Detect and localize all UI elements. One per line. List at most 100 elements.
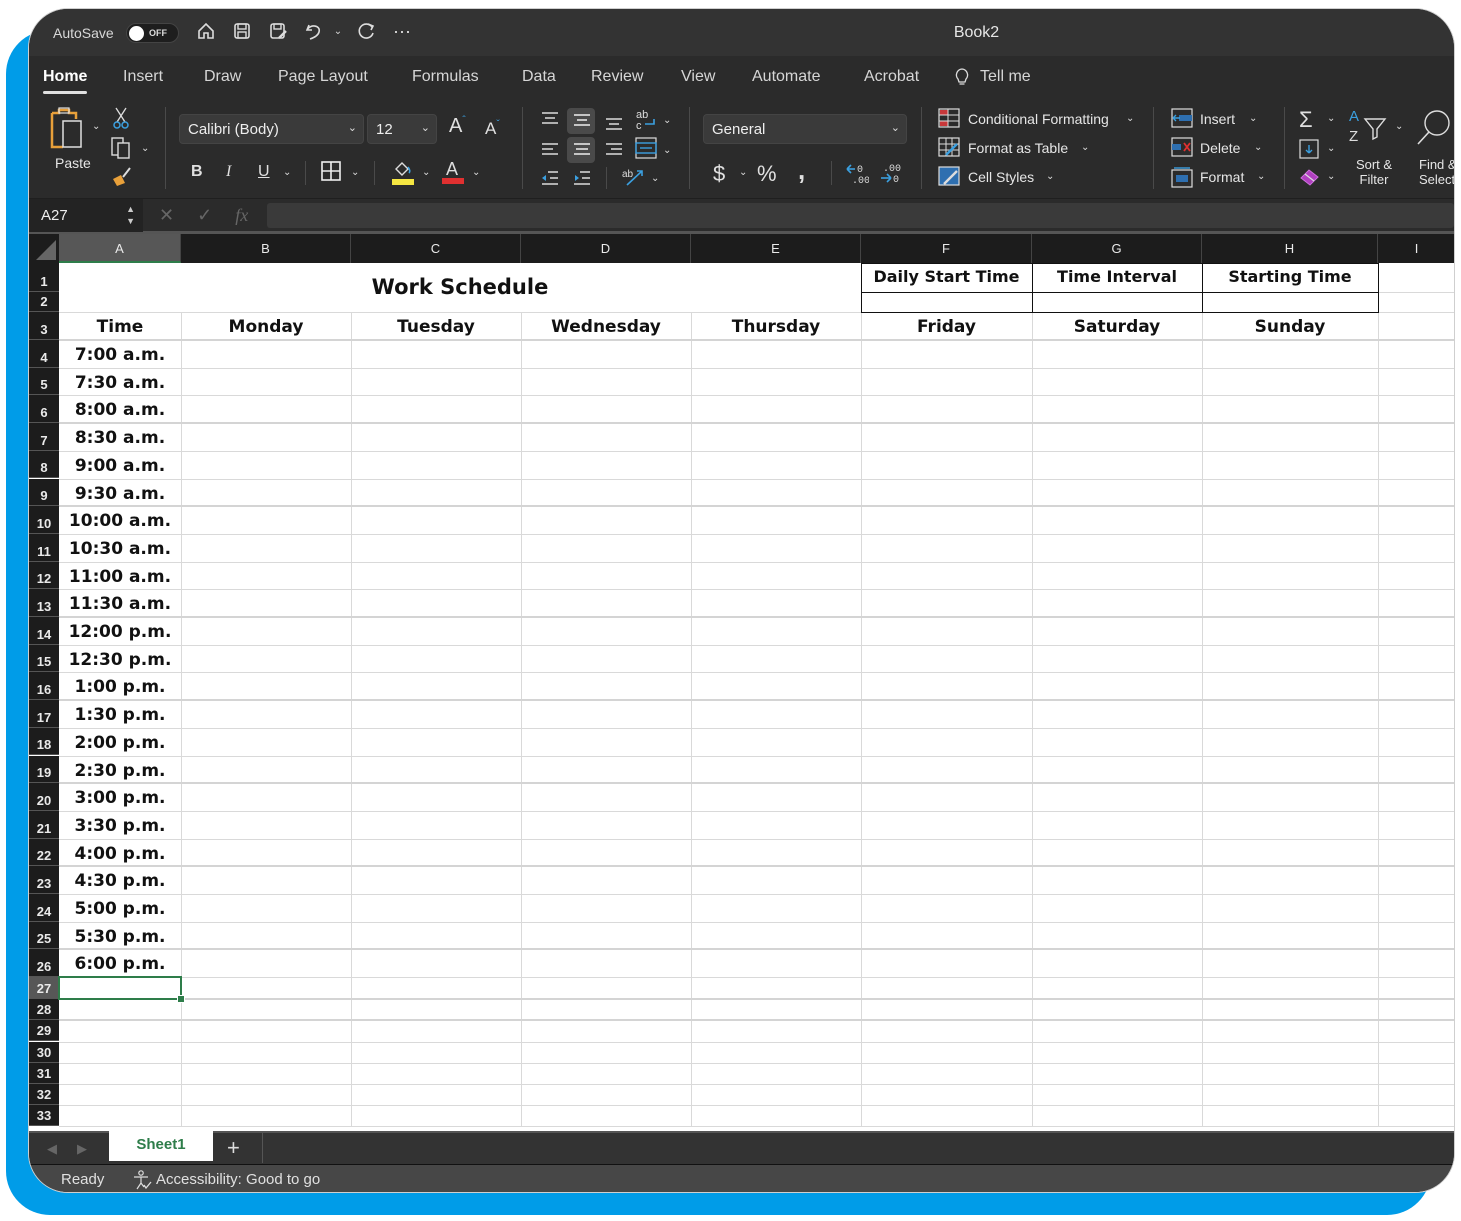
tab-review[interactable]: Review (591, 68, 643, 86)
fill-color-icon[interactable] (391, 159, 415, 190)
merge-dropdown-icon[interactable]: ⌄ (663, 145, 671, 156)
insert-cells-icon[interactable] (1171, 108, 1193, 133)
sort-filter-label[interactable]: Sort & Filter (1353, 157, 1395, 187)
increase-decimal-icon[interactable]: 0.00 (845, 161, 870, 190)
row-header-24[interactable]: 24 (29, 894, 59, 922)
column-header-i[interactable]: I (1378, 234, 1454, 263)
find-select-label[interactable]: Find & Select (1419, 157, 1454, 187)
row-header-26[interactable]: 26 (29, 949, 59, 978)
decrease-font-size-icon[interactable]: Aˇ (485, 119, 500, 139)
name-box-stepper-icon[interactable]: ▲ ▼ (126, 203, 135, 227)
align-right-icon[interactable] (604, 141, 624, 164)
time-cell[interactable]: 5:00 p.m. (59, 899, 181, 919)
tab-acrobat[interactable]: Acrobat (864, 68, 919, 86)
fill-dropdown-icon[interactable]: ⌄ (1327, 143, 1335, 154)
copy-icon[interactable] (111, 137, 131, 164)
comma-style-button[interactable]: , (798, 155, 805, 186)
font-color-icon[interactable]: A (441, 157, 465, 190)
align-center-icon[interactable] (572, 141, 592, 164)
tab-home[interactable]: Home (43, 68, 88, 94)
tab-insert[interactable]: Insert (123, 68, 163, 86)
time-cell[interactable]: 11:00 a.m. (59, 567, 181, 587)
align-top-icon[interactable] (540, 111, 560, 132)
delete-cells-label[interactable]: Delete (1200, 140, 1240, 156)
row-header-28[interactable]: 28 (29, 999, 59, 1021)
accessibility-status[interactable]: Accessibility: Good to go (156, 1171, 320, 1188)
copy-dropdown-icon[interactable]: ⌄ (141, 143, 149, 154)
align-left-icon[interactable] (540, 141, 560, 164)
time-cell[interactable]: 8:30 a.m. (59, 428, 181, 448)
fx-icon[interactable]: fx (235, 205, 248, 225)
row-header-25[interactable]: 25 (29, 921, 59, 950)
orientation-dropdown-icon[interactable]: ⌄ (651, 173, 659, 184)
conditional-formatting-dropdown-icon[interactable]: ⌄ (1126, 113, 1134, 124)
select-all-button[interactable] (29, 234, 59, 263)
row-header-29[interactable]: 29 (29, 1020, 59, 1042)
row-header-13[interactable]: 13 (29, 589, 59, 617)
time-cell[interactable]: 2:00 p.m. (59, 733, 181, 753)
column-header-b[interactable]: B (181, 234, 351, 263)
row-header-15[interactable]: 15 (29, 644, 59, 673)
paste-icon[interactable] (49, 107, 85, 156)
info-value-cell[interactable] (861, 292, 1033, 313)
underline-button[interactable]: U (258, 163, 270, 181)
clear-dropdown-icon[interactable]: ⌄ (1327, 171, 1335, 182)
format-painter-icon[interactable] (111, 165, 133, 192)
column-header-c[interactable]: C (351, 234, 521, 263)
wrap-text-icon[interactable]: ab c (635, 107, 657, 136)
tell-me-search[interactable]: Tell me (980, 68, 1031, 86)
tab-automate[interactable]: Automate (752, 68, 820, 86)
time-cell[interactable]: 1:00 p.m. (59, 677, 181, 697)
row-header-21[interactable]: 21 (29, 810, 59, 839)
sort-filter-icon[interactable]: AZ (1347, 107, 1393, 152)
column-header-e[interactable]: E (691, 234, 861, 263)
align-middle-icon[interactable] (572, 112, 592, 133)
format-as-table-icon[interactable] (938, 137, 960, 162)
row-header-16[interactable]: 16 (29, 672, 59, 701)
column-header-a[interactable]: A (59, 234, 181, 263)
decrease-indent-icon[interactable] (540, 169, 560, 192)
find-select-icon[interactable] (1413, 107, 1453, 152)
currency-dropdown-icon[interactable]: ⌄ (739, 167, 747, 178)
format-cells-icon[interactable] (1171, 166, 1193, 193)
time-cell[interactable]: 11:30 a.m. (59, 594, 181, 614)
row-header-33[interactable]: 33 (29, 1105, 59, 1127)
percent-button[interactable]: % (757, 161, 777, 187)
sort-filter-dropdown-icon[interactable]: ⌄ (1395, 121, 1403, 132)
tab-view[interactable]: View (681, 68, 715, 86)
row-header-23[interactable]: 23 (29, 866, 59, 894)
time-cell[interactable]: 12:00 p.m. (59, 622, 181, 642)
column-header-f[interactable]: F (861, 234, 1032, 263)
cancel-icon[interactable]: ✕ (159, 205, 174, 225)
tab-page-layout[interactable]: Page Layout (278, 68, 368, 86)
time-cell[interactable]: 4:00 p.m. (59, 844, 181, 864)
cut-icon[interactable] (113, 107, 129, 134)
column-header-d[interactable]: D (521, 234, 691, 263)
bold-button[interactable]: B (191, 163, 203, 181)
row-header-32[interactable]: 32 (29, 1083, 59, 1106)
cell-styles-icon[interactable] (938, 166, 960, 191)
row-header-22[interactable]: 22 (29, 838, 59, 867)
time-cell[interactable]: 3:00 p.m. (59, 788, 181, 808)
confirm-icon[interactable]: ✓ (197, 205, 212, 225)
column-header-h[interactable]: H (1202, 234, 1378, 263)
font-name-dropdown[interactable]: Calibri (Body) ⌄ (179, 114, 364, 144)
sheet-tab-sheet1[interactable]: Sheet1 (109, 1131, 213, 1161)
info-value-cell[interactable] (1202, 292, 1379, 313)
conditional-formatting-icon[interactable] (938, 108, 960, 133)
row-header-6[interactable]: 6 (29, 395, 59, 424)
row-header-19[interactable]: 19 (29, 755, 59, 784)
tab-draw[interactable]: Draw (204, 68, 241, 86)
borders-dropdown-icon[interactable]: ⌄ (351, 167, 359, 178)
row-header-5[interactable]: 5 (29, 367, 59, 396)
time-cell[interactable]: 1:30 p.m. (59, 705, 181, 725)
row-header-31[interactable]: 31 (29, 1062, 59, 1084)
time-cell[interactable]: 7:00 a.m. (59, 345, 181, 365)
clear-icon[interactable] (1299, 167, 1321, 192)
format-as-table-label[interactable]: Format as Table (968, 140, 1068, 156)
row-header-12[interactable]: 12 (29, 561, 59, 590)
borders-icon[interactable] (321, 161, 341, 186)
accessibility-icon[interactable] (131, 1170, 153, 1192)
orientation-icon[interactable]: ab (621, 165, 645, 192)
conditional-formatting-label[interactable]: Conditional Formatting (968, 111, 1109, 127)
